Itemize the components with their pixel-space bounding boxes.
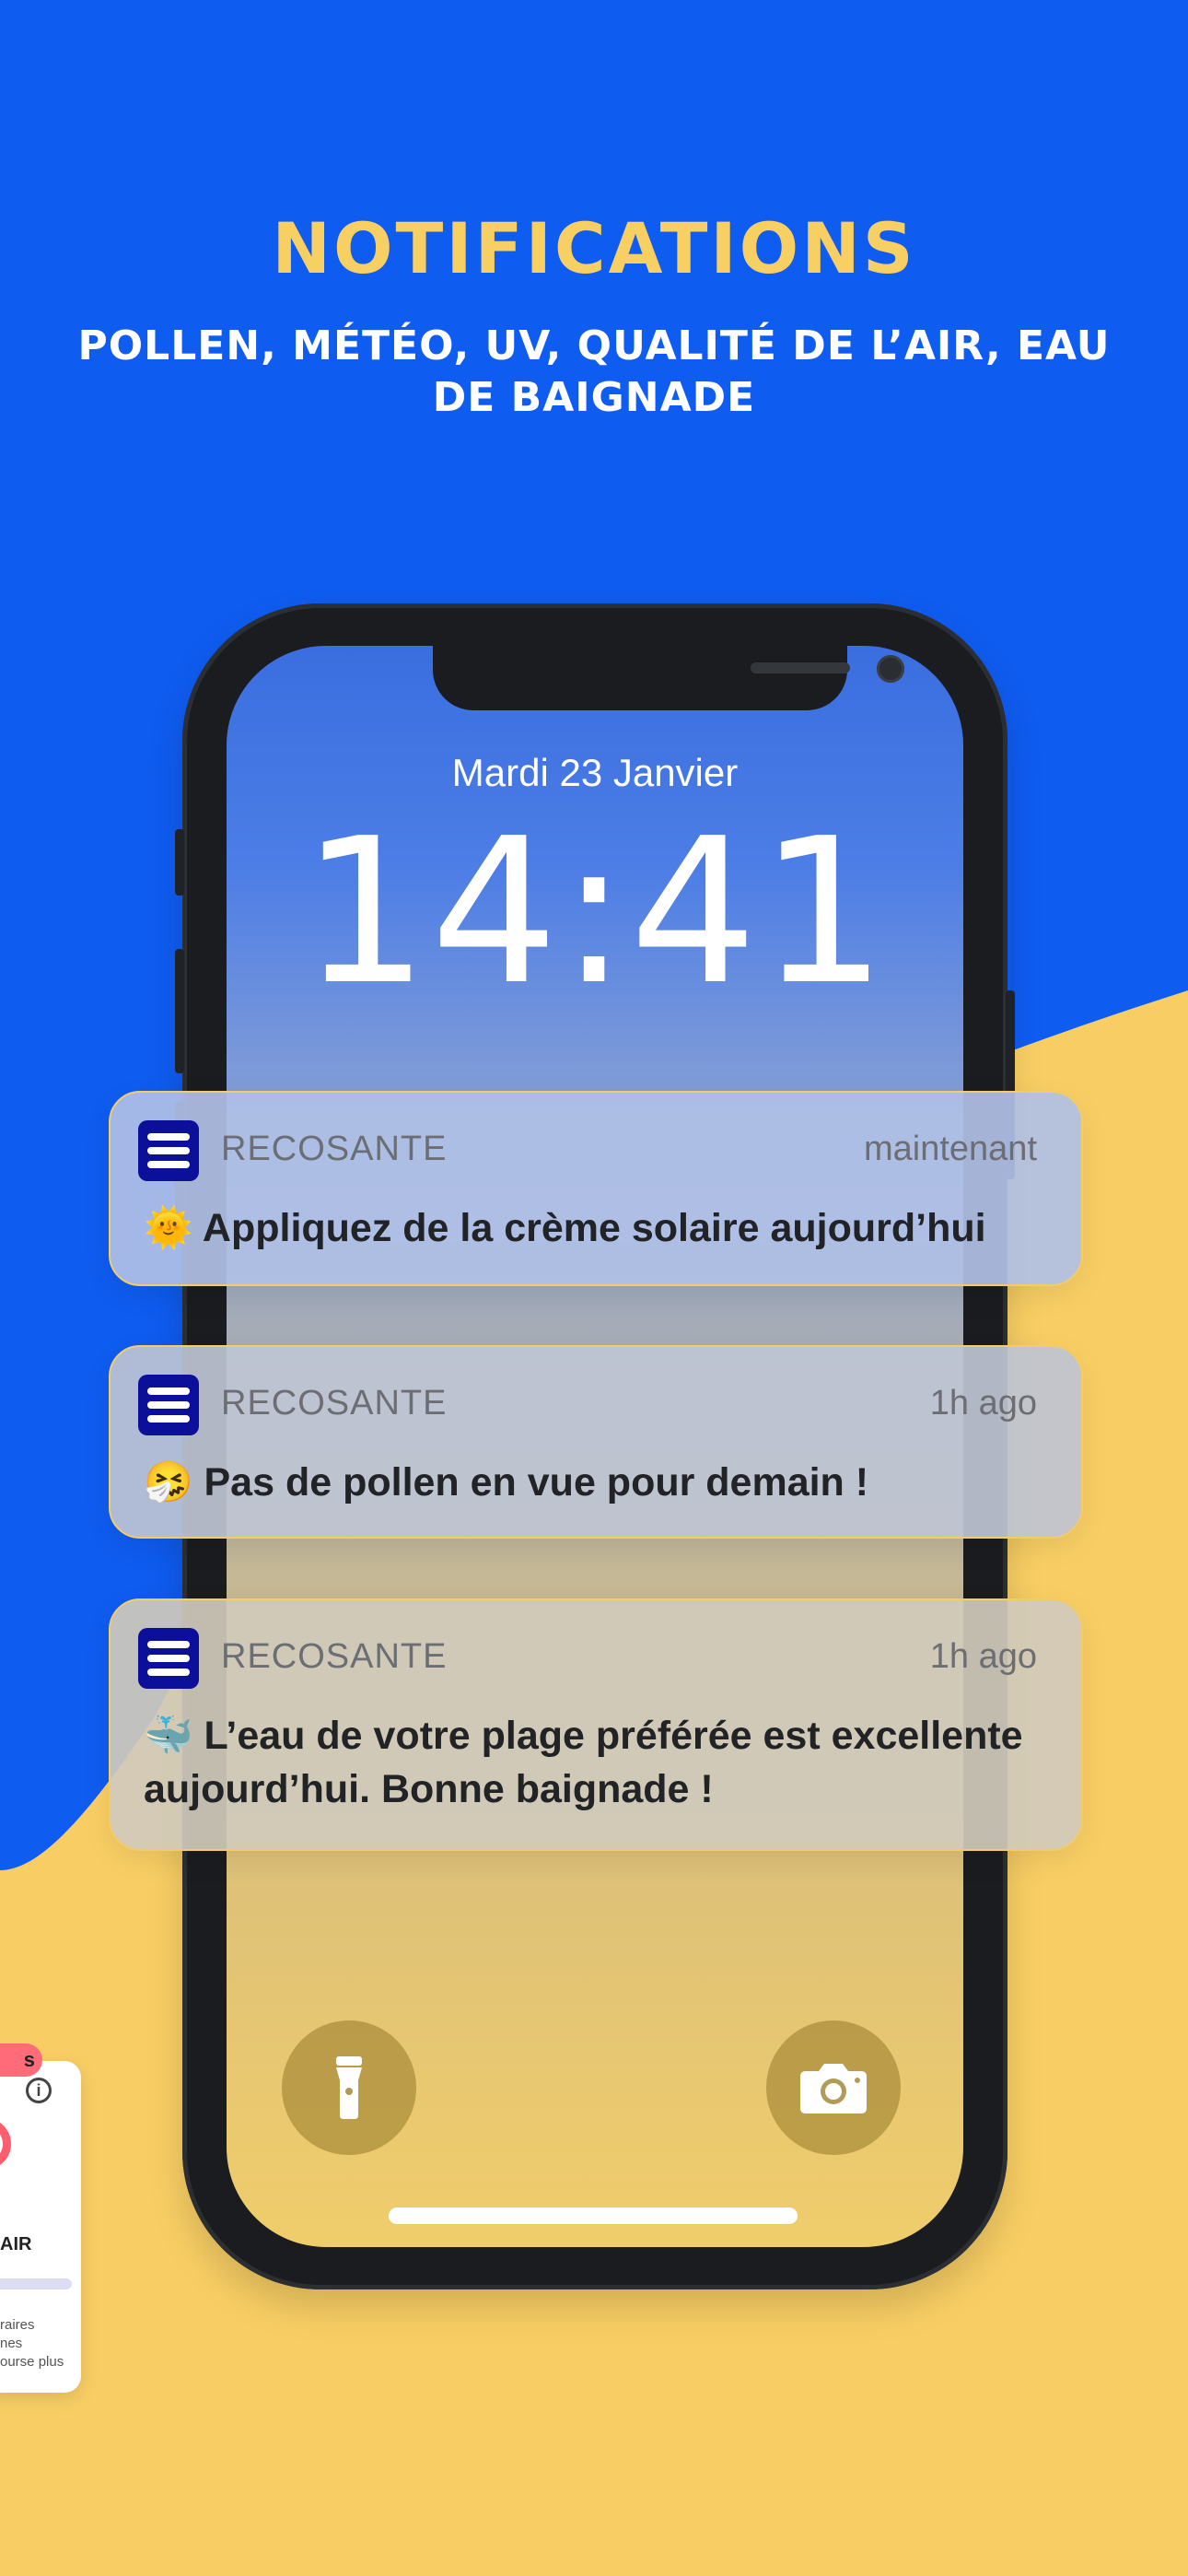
- widget-text-line: ourse plus: [0, 2354, 64, 2370]
- notification-card[interactable]: RECOSANTE maintenant 🌞 Appliquez de la c…: [109, 1091, 1083, 1286]
- page-title: NOTIFICATIONS: [272, 207, 916, 289]
- notification-app-name: RECOSANTE: [221, 1384, 448, 1423]
- flashlight-button[interactable]: [282, 2020, 416, 2155]
- notification-time: 1h ago: [929, 1384, 1037, 1423]
- widget-label: AIR: [0, 2234, 32, 2254]
- lock-screen-time: 14:41: [300, 796, 890, 1029]
- widget-text-line: raires: [0, 2317, 35, 2333]
- notification-message: 🌞 Appliquez de la crème solaire aujourd’…: [144, 1201, 1054, 1255]
- widget-progress-bar: [0, 2278, 72, 2289]
- notification-time: 1h ago: [929, 1637, 1037, 1676]
- home-indicator[interactable]: [389, 2207, 798, 2224]
- lock-screen-date: Mardi 23 Janvier: [451, 751, 739, 794]
- phone-notch: [433, 646, 904, 710]
- notification-card[interactable]: RECOSANTE 1h ago 🤧 Pas de pollen en vue …: [109, 1345, 1083, 1539]
- flashlight-icon: [336, 2056, 362, 2119]
- front-camera: [877, 655, 904, 683]
- notification-message: 🤧 Pas de pollen en vue pour demain !: [144, 1456, 1054, 1509]
- sun-emoji-icon: 🌞: [144, 1206, 193, 1250]
- info-icon[interactable]: i: [26, 2078, 52, 2103]
- camera-icon: [800, 2064, 867, 2113]
- notification-app-name: RECOSANTE: [221, 1637, 448, 1676]
- partial-widget-card: i AIR raires nes ourse plus: [0, 2061, 81, 2393]
- phone-side-button: [175, 949, 184, 1073]
- notification-app-name: RECOSANTE: [221, 1130, 448, 1168]
- menu-lines-icon: [138, 1375, 199, 1435]
- sneezing-emoji-icon: 🤧: [144, 1460, 193, 1505]
- indicator-ring-icon: [0, 2118, 11, 2170]
- camera-button[interactable]: [766, 2020, 901, 2155]
- speaker-grille: [751, 662, 850, 673]
- whale-emoji-icon: 🐳: [144, 1714, 193, 1758]
- notification-card[interactable]: RECOSANTE 1h ago 🐳 L’eau de votre plage …: [109, 1598, 1083, 1851]
- notification-message: 🐳 L’eau de votre plage préférée est exce…: [144, 1709, 1054, 1816]
- phone-side-button: [175, 829, 184, 896]
- widget-badge: s: [0, 2043, 42, 2077]
- page-subtitle: POLLEN, MÉTÉO, UV, QUALITÉ DE L’AIR, EAU…: [77, 322, 1111, 421]
- menu-lines-icon: [138, 1120, 199, 1181]
- notification-text: Pas de pollen en vue pour demain !: [204, 1460, 869, 1505]
- menu-lines-icon: [138, 1628, 199, 1689]
- notification-text: L’eau de votre plage préférée est excell…: [144, 1714, 1023, 1811]
- notification-time: maintenant: [863, 1130, 1037, 1168]
- widget-text-line: nes: [0, 2336, 23, 2351]
- notification-text: Appliquez de la crème solaire aujourd’hu…: [202, 1206, 986, 1250]
